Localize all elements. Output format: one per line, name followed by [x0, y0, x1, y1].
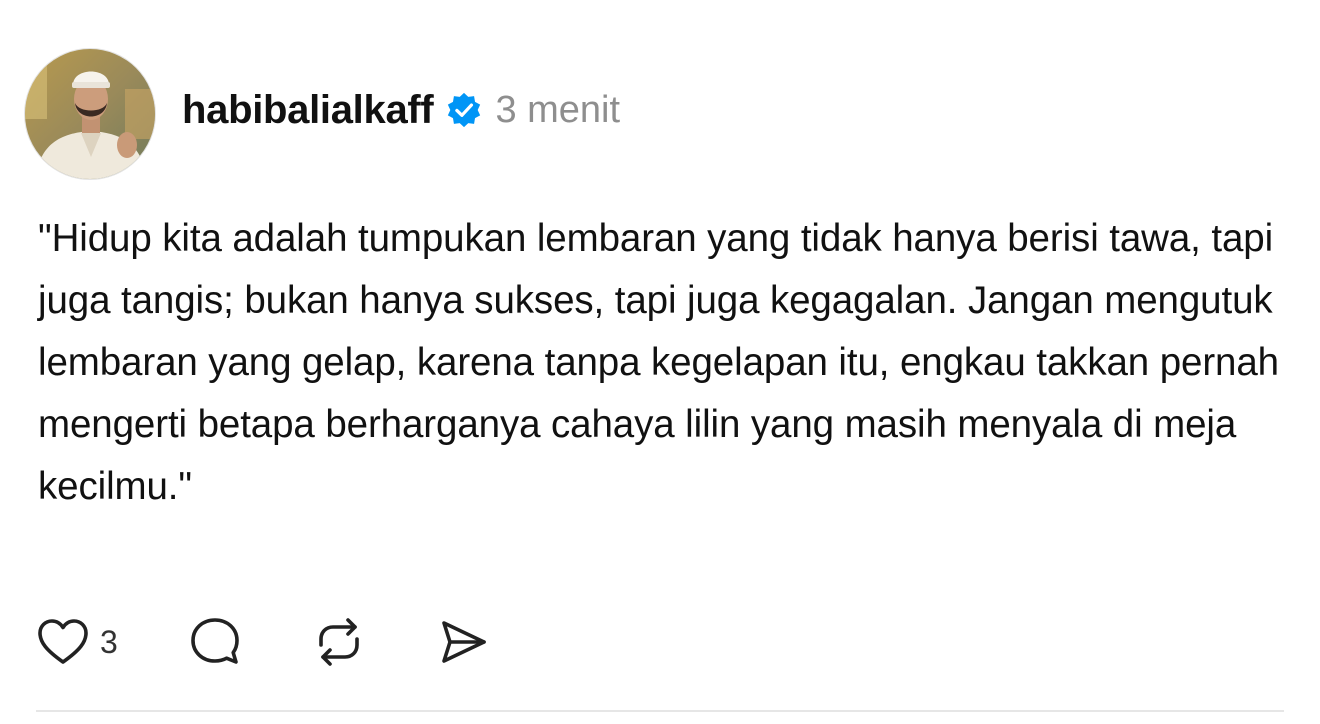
share-button[interactable] [436, 615, 490, 669]
username[interactable]: habibalialkaff [182, 88, 434, 133]
comment-button[interactable] [188, 615, 242, 669]
post-text: "Hidup kita adalah tumpukan lembaran yan… [38, 217, 1279, 508]
heart-icon [36, 617, 90, 667]
post-divider [36, 710, 1284, 712]
avatar[interactable] [24, 48, 156, 180]
like-button[interactable]: 3 [36, 617, 118, 667]
repost-button[interactable] [312, 615, 366, 669]
post-header: habibalialkaff 3 menit [182, 80, 620, 140]
avatar-photo [25, 49, 155, 179]
comment-bubble-icon [188, 615, 242, 669]
verified-badge-icon [445, 91, 483, 129]
thread-post: habibalialkaff 3 menit "Hidup kita adala… [0, 0, 1320, 724]
like-count: 3 [100, 623, 118, 660]
send-icon [436, 615, 490, 669]
repost-icon [312, 615, 366, 669]
action-bar: 3 [36, 612, 490, 672]
post-timestamp: 3 menit [495, 88, 621, 131]
